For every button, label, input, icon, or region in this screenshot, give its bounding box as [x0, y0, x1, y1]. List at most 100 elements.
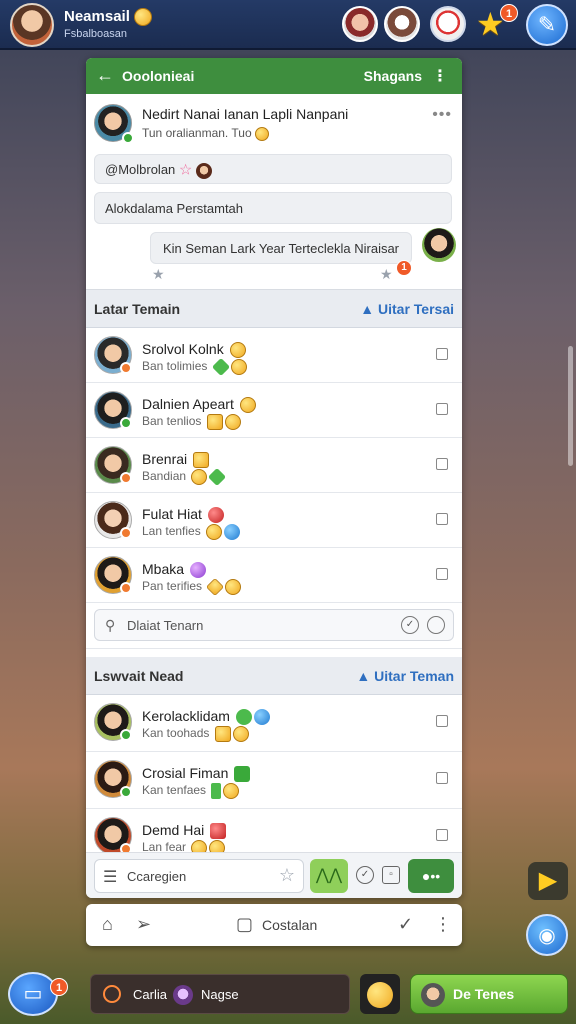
emoji-icon	[235, 709, 252, 726]
home-icon[interactable]: ⌂	[102, 914, 113, 935]
section-action-link[interactable]: ▲ Uitar Teman	[356, 668, 454, 684]
select-checkbox[interactable]	[436, 715, 448, 727]
star-icon: ★	[380, 266, 393, 282]
select-checkbox[interactable]	[436, 829, 448, 841]
box-icon	[210, 823, 227, 840]
more-vertical-icon[interactable]: ⋮	[432, 66, 448, 86]
chat-icon[interactable]: ▢	[236, 914, 253, 935]
list-item[interactable]: Dalnien Apeart Ban tenlios	[86, 383, 462, 438]
message-placeholder: Ccaregien	[127, 869, 187, 884]
list-item[interactable]: Brenrai Bandian	[86, 438, 462, 493]
balloon-icon	[207, 507, 224, 524]
select-checkbox[interactable]	[436, 568, 448, 580]
more-horizontal-icon[interactable]: •••	[432, 106, 452, 124]
emoji-button[interactable]	[360, 974, 400, 1014]
message-bubble[interactable]: @Molbrolan ☆	[94, 154, 452, 184]
item-subtitle: Bandian	[142, 467, 227, 487]
character-icon[interactable]	[384, 6, 420, 42]
select-checkbox[interactable]	[436, 458, 448, 470]
send-icon[interactable]: ➢	[136, 914, 151, 935]
select-checkbox[interactable]	[436, 513, 448, 525]
emoji-icon	[232, 726, 249, 742]
item-name: Mbaka	[142, 561, 206, 579]
search-placeholder: Dlaiat Tenarn	[127, 618, 204, 633]
mascot-icon[interactable]	[430, 6, 466, 42]
check-icon[interactable]: ✓	[356, 866, 374, 884]
user-subtitle: Fsbalboasan	[64, 28, 127, 40]
message-input[interactable]: ☰ Ccaregien ☆	[94, 859, 304, 893]
section-title: Latar Temain	[94, 301, 181, 317]
more-vertical-icon[interactable]: ⋮	[434, 914, 452, 935]
play-icon[interactable]: ▶	[528, 862, 568, 900]
star-icon	[206, 577, 225, 597]
message-bubble[interactable]: Alokdalama Perstamtah	[94, 192, 452, 224]
status-indicator	[120, 729, 132, 741]
emoji-icon	[230, 359, 247, 375]
star-icon[interactable]: ☆	[279, 865, 295, 886]
list-item[interactable]: Kerolacklidam Kan toohads	[86, 695, 462, 752]
check-circle-icon[interactable]: ✓	[398, 914, 413, 935]
list-item[interactable]: Crosial Fiman Kan tenfaes	[86, 752, 462, 809]
emoji-icon	[191, 469, 208, 485]
list-item[interactable]: Srolvol Kolnk Ban tolimies	[86, 328, 462, 383]
dock-action-label: De Tenes	[453, 986, 515, 1002]
emoji-icon	[206, 524, 223, 540]
clock-icon[interactable]	[427, 616, 445, 634]
scrollbar[interactable]	[568, 346, 573, 466]
username: Neamsail	[64, 8, 153, 27]
friend-avatar-icon[interactable]	[342, 6, 378, 42]
avatar-icon	[195, 162, 212, 179]
item-name: Srolvol Kolnk	[142, 341, 246, 359]
message-thread: Nedirt Nanai Ianan Lapli Nanpani Tun ora…	[86, 94, 462, 290]
section-action-link[interactable]: ▲ Uitar Tersai	[360, 301, 454, 317]
calendar-icon[interactable]: ▫	[382, 866, 400, 884]
reply-avatar[interactable]	[422, 228, 456, 262]
screen-icon[interactable]: ▭	[8, 972, 58, 1016]
box-icon	[193, 452, 210, 469]
search-icon: ⚲	[105, 617, 116, 633]
globe-icon	[253, 709, 270, 726]
menu-icon[interactable]: ☰	[103, 867, 117, 887]
list-item[interactable]: Mbaka Pan terifies	[86, 548, 462, 603]
star-icon	[211, 357, 230, 377]
box-icon	[214, 726, 231, 742]
search-input[interactable]: ⚲ Dlaiat Tenarn ✓	[94, 609, 454, 641]
send-button[interactable]: ●••	[408, 859, 454, 893]
header-right-link[interactable]: Shagans	[364, 68, 422, 84]
select-checkbox[interactable]	[436, 403, 448, 415]
box-icon	[206, 414, 223, 430]
dock-tab-label: Nagse	[201, 987, 239, 1002]
list-item[interactable]: Fulat Hiat Lan tenfies	[86, 493, 462, 548]
back-arrow-icon[interactable]: ←	[96, 65, 114, 86]
section-title: Lswvait Nead	[94, 668, 184, 684]
sender-subtitle: Tun oralianman. Tuo	[142, 126, 269, 141]
emoji-icon	[223, 783, 240, 799]
item-subtitle: Kan tenfaes	[142, 783, 240, 799]
top-bar: Neamsail Fsbalboasan ★ 1 ✎	[0, 0, 576, 50]
bot-icon[interactable]: ◉	[526, 914, 568, 956]
message-composer: ☰ Ccaregien ☆ ⋀⋀ ✓ ▫ ●••	[86, 852, 462, 898]
item-name: Demd Hai	[142, 822, 227, 840]
status-indicator	[120, 417, 132, 429]
nav-label[interactable]: Costalan	[262, 917, 317, 933]
reply-bubble[interactable]: Kin Seman Lark Year Terteclekla Niraisar	[150, 232, 412, 264]
item-name: Kerolacklidam	[142, 708, 270, 726]
item-subtitle: Kan toohads	[142, 726, 249, 742]
select-checkbox[interactable]	[436, 348, 448, 360]
select-checkbox[interactable]	[436, 772, 448, 784]
star-icon: ★	[152, 266, 165, 282]
reply-badge: 1	[396, 260, 412, 276]
item-name: Brenrai	[142, 451, 210, 469]
dock-tab[interactable]: Carlia Nagse	[90, 974, 350, 1014]
profile-avatar[interactable]	[10, 3, 54, 47]
dock-action-button[interactable]: De Tenes	[410, 974, 568, 1014]
sticker-button[interactable]: ⋀⋀	[310, 859, 348, 893]
friends-section-header: Latar Temain ▲ Uitar Tersai	[86, 290, 462, 328]
check-icon[interactable]: ✓	[401, 616, 419, 634]
star-badge: 1	[500, 4, 518, 22]
edit-icon[interactable]: ✎	[526, 4, 568, 46]
item-name: Dalnien Apeart	[142, 396, 256, 414]
item-name: Crosial Fiman	[142, 765, 251, 783]
smile-icon	[254, 126, 269, 141]
status-indicator	[120, 362, 132, 374]
